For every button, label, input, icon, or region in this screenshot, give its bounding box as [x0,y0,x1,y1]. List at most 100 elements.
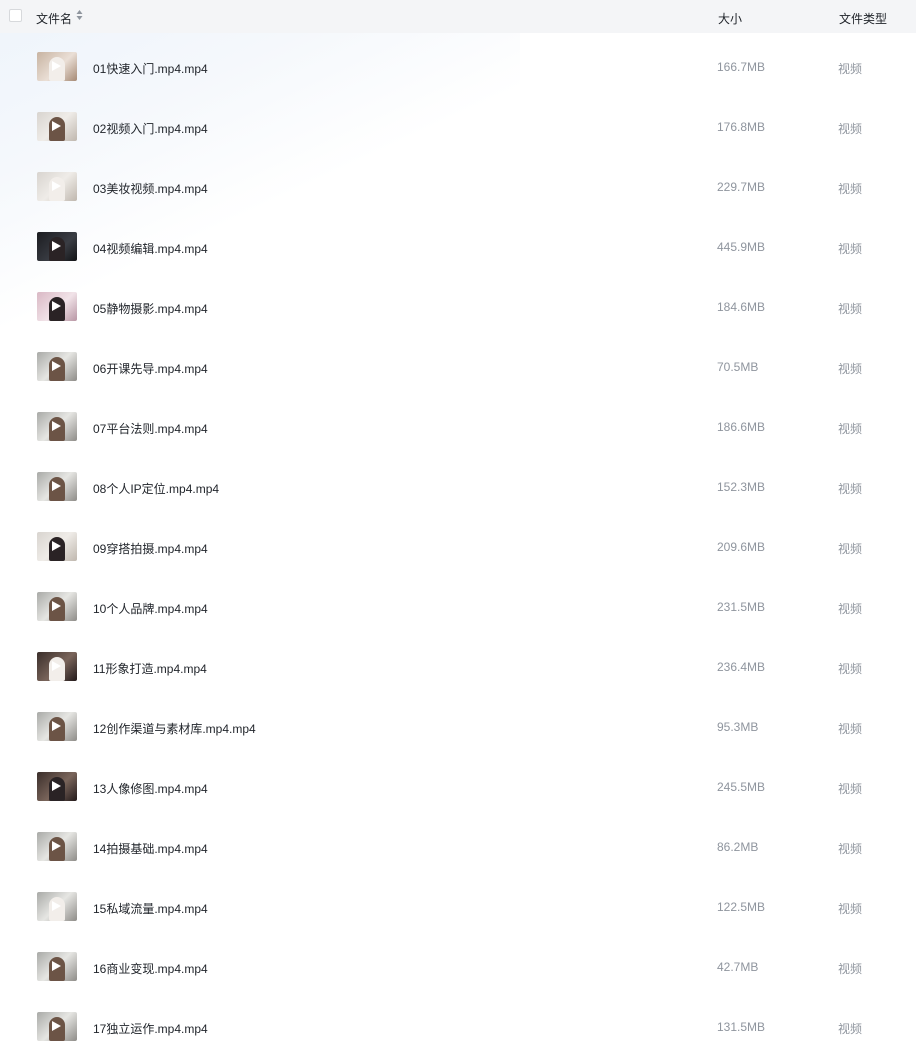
column-header-name[interactable]: 文件名 [36,10,72,27]
file-size: 122.5MB [717,900,766,914]
file-row[interactable]: 02视频入门.mp4.mp4 176.8MB 视频 [0,96,916,156]
file-type: 视频 [838,722,863,736]
file-name[interactable]: 02视频入门.mp4.mp4 [93,120,208,137]
file-size: 86.2MB [717,840,759,854]
file-type: 视频 [838,242,863,256]
video-thumbnail[interactable] [37,652,77,681]
column-header-size[interactable]: 大小 [718,10,742,27]
video-thumbnail[interactable] [37,412,77,441]
play-icon [52,241,61,251]
file-type: 视频 [838,902,863,916]
video-thumbnail[interactable] [37,172,77,201]
file-type: 视频 [838,302,863,316]
video-thumbnail[interactable] [37,952,77,981]
file-row[interactable]: 15私域流量.mp4.mp4 122.5MB 视频 [0,876,916,936]
file-type: 视频 [838,782,863,796]
video-thumbnail[interactable] [37,232,77,261]
file-name[interactable]: 15私域流量.mp4.mp4 [93,900,208,917]
play-icon [52,421,61,431]
file-name[interactable]: 09穿搭拍摄.mp4.mp4 [93,540,208,557]
file-size: 176.8MB [717,120,766,134]
file-row[interactable]: 04视频编辑.mp4.mp4 445.9MB 视频 [0,216,916,276]
file-type: 视频 [838,602,863,616]
file-name[interactable]: 17独立运作.mp4.mp4 [93,1020,208,1037]
play-icon [52,61,61,71]
file-type: 视频 [838,182,863,196]
table-header: 文件名 大小 文件类型 [0,0,916,33]
play-icon [52,661,61,671]
file-name[interactable]: 04视频编辑.mp4.mp4 [93,240,208,257]
file-name[interactable]: 01快速入门.mp4.mp4 [93,60,208,77]
play-icon [52,781,61,791]
file-type: 视频 [838,1022,863,1036]
file-row[interactable]: 01快速入门.mp4.mp4 166.7MB 视频 [0,36,916,96]
file-row[interactable]: 09穿搭拍摄.mp4.mp4 209.6MB 视频 [0,516,916,576]
file-size: 166.7MB [717,60,766,74]
file-name[interactable]: 05静物摄影.mp4.mp4 [93,300,208,317]
file-row[interactable]: 07平台法则.mp4.mp4 186.6MB 视频 [0,396,916,456]
play-icon [52,361,61,371]
file-size: 152.3MB [717,480,766,494]
file-size: 209.6MB [717,540,766,554]
file-row[interactable]: 10个人品牌.mp4.mp4 231.5MB 视频 [0,576,916,636]
file-name[interactable]: 11形象打造.mp4.mp4 [93,660,207,677]
column-header-type[interactable]: 文件类型 [839,10,887,27]
file-type: 视频 [838,62,863,76]
file-type: 视频 [838,962,863,976]
file-type: 视频 [838,422,863,436]
sort-icon[interactable] [76,8,83,22]
video-thumbnail[interactable] [37,472,77,501]
select-all-checkbox[interactable] [9,9,22,22]
file-name[interactable]: 08个人IP定位.mp4.mp4 [93,480,219,497]
file-type: 视频 [838,662,863,676]
video-thumbnail[interactable] [37,772,77,801]
file-name[interactable]: 10个人品牌.mp4.mp4 [93,600,208,617]
file-name[interactable]: 14拍摄基础.mp4.mp4 [93,840,208,857]
file-name[interactable]: 03美妆视频.mp4.mp4 [93,180,208,197]
play-icon [52,301,61,311]
file-row[interactable]: 08个人IP定位.mp4.mp4 152.3MB 视频 [0,456,916,516]
file-type: 视频 [838,542,863,556]
video-thumbnail[interactable] [37,52,77,81]
file-size: 70.5MB [717,360,759,374]
file-name[interactable]: 07平台法则.mp4.mp4 [93,420,208,437]
file-row[interactable]: 16商业变现.mp4.mp4 42.7MB 视频 [0,936,916,996]
file-name[interactable]: 13人像修图.mp4.mp4 [93,780,208,797]
video-thumbnail[interactable] [37,832,77,861]
file-name[interactable]: 12创作渠道与素材库.mp4.mp4 [93,720,256,737]
video-thumbnail[interactable] [37,1012,77,1041]
file-row[interactable]: 03美妆视频.mp4.mp4 229.7MB 视频 [0,156,916,216]
file-type: 视频 [838,842,863,856]
file-name[interactable]: 06开课先导.mp4.mp4 [93,360,208,377]
file-size: 186.6MB [717,420,766,434]
play-icon [52,1021,61,1031]
video-thumbnail[interactable] [37,592,77,621]
file-size: 231.5MB [717,600,766,614]
video-thumbnail[interactable] [37,112,77,141]
file-row[interactable]: 06开课先导.mp4.mp4 70.5MB 视频 [0,336,916,396]
video-thumbnail[interactable] [37,712,77,741]
play-icon [52,961,61,971]
video-thumbnail[interactable] [37,292,77,321]
file-row[interactable]: 05静物摄影.mp4.mp4 184.6MB 视频 [0,276,916,336]
file-row[interactable]: 13人像修图.mp4.mp4 245.5MB 视频 [0,756,916,816]
play-icon [52,121,61,131]
file-row[interactable]: 12创作渠道与素材库.mp4.mp4 95.3MB 视频 [0,696,916,756]
video-thumbnail[interactable] [37,352,77,381]
file-type: 视频 [838,362,863,376]
file-size: 184.6MB [717,300,766,314]
play-icon [52,721,61,731]
file-size: 245.5MB [717,780,766,794]
file-size: 229.7MB [717,180,766,194]
file-type: 视频 [838,482,863,496]
video-thumbnail[interactable] [37,892,77,921]
file-name[interactable]: 16商业变现.mp4.mp4 [93,960,208,977]
file-row[interactable]: 17独立运作.mp4.mp4 131.5MB 视频 [0,996,916,1056]
play-icon [52,481,61,491]
video-thumbnail[interactable] [37,532,77,561]
file-row[interactable]: 14拍摄基础.mp4.mp4 86.2MB 视频 [0,816,916,876]
file-size: 131.5MB [717,1020,766,1034]
file-row[interactable]: 11形象打造.mp4.mp4 236.4MB 视频 [0,636,916,696]
play-icon [52,181,61,191]
file-size: 236.4MB [717,660,766,674]
